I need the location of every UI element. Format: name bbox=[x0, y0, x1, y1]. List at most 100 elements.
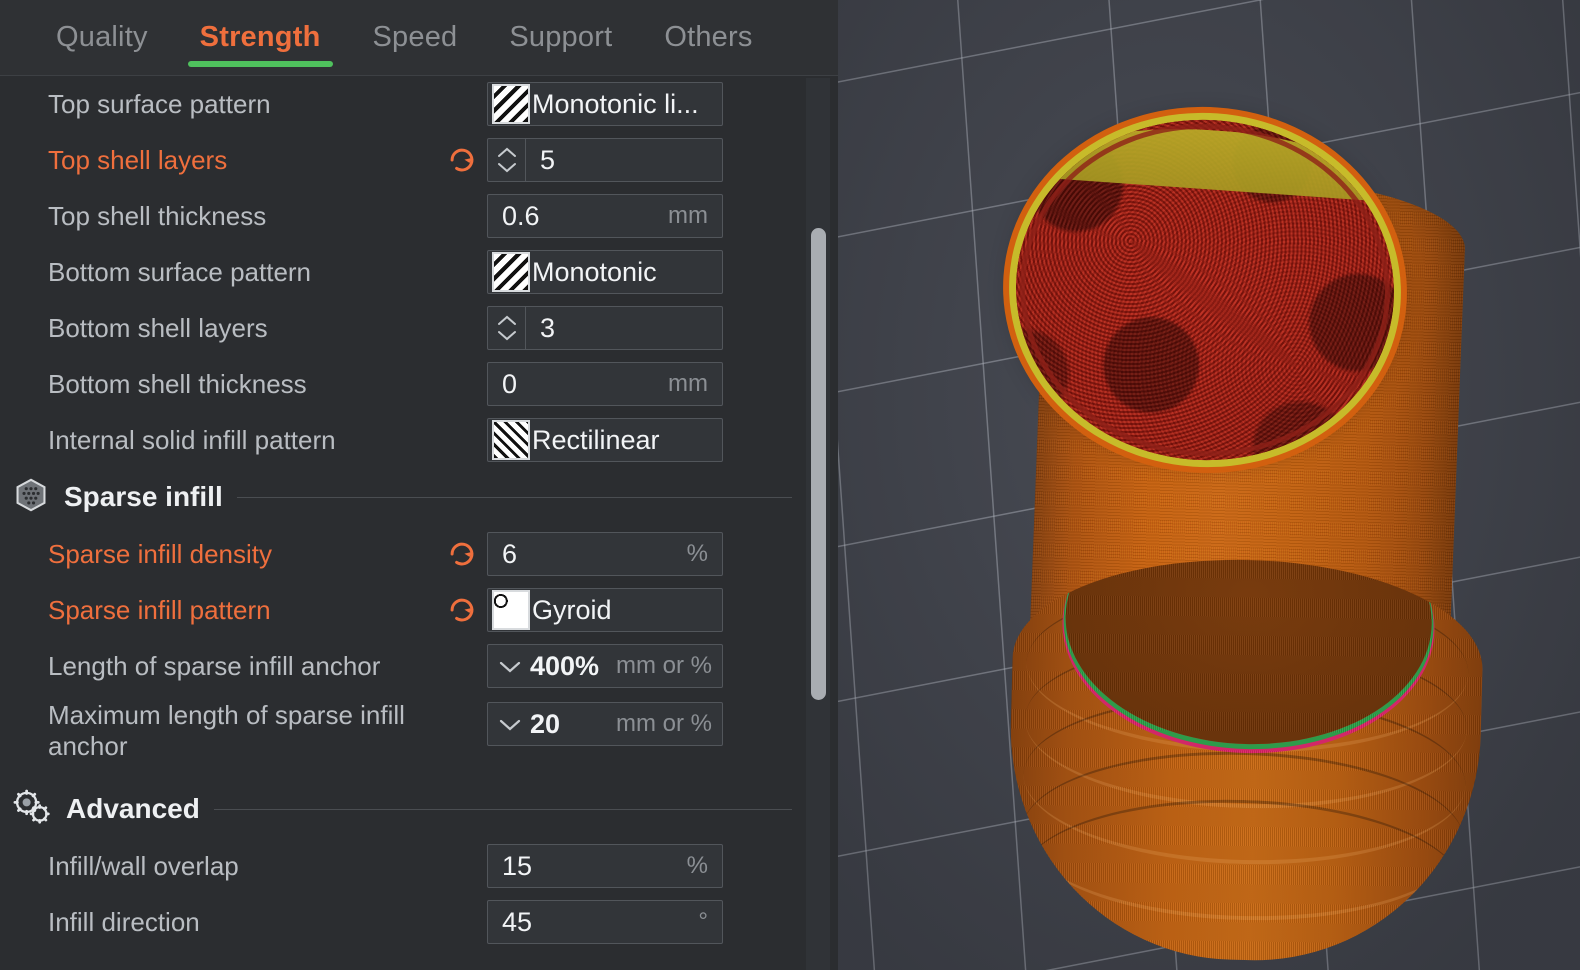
tab-label: Quality bbox=[56, 21, 148, 53]
settings-scrollbar-thumb[interactable] bbox=[811, 228, 826, 700]
infill-direction-input[interactable]: 45 ° bbox=[487, 900, 723, 944]
sparse-infill-density-input[interactable]: 6 % bbox=[487, 532, 723, 576]
row-top-shell-layers: Top shell layers 5 bbox=[0, 132, 838, 188]
crosshatch-pattern-icon bbox=[492, 420, 530, 460]
setting-label: Maximum length of sparse infill anchor bbox=[48, 700, 405, 761]
row-top-surface-pattern: Top surface pattern Monotonic li... bbox=[0, 76, 838, 132]
bottom-surface-pattern-combobox[interactable]: Monotonic bbox=[487, 250, 723, 294]
setting-label: Bottom surface pattern bbox=[48, 256, 312, 287]
setting-label: Sparse infill pattern bbox=[48, 594, 271, 625]
honeycomb-hexagon-icon bbox=[12, 476, 50, 519]
settings-tabbar: Quality Strength Speed Support Others bbox=[0, 0, 838, 76]
tab-label: Speed bbox=[372, 21, 458, 53]
row-maximum-length-of-sparse-infill-anchor: Maximum length of sparse infill anchor 2… bbox=[0, 694, 838, 768]
gears-icon bbox=[12, 788, 52, 831]
tab-others[interactable]: Others bbox=[638, 0, 778, 76]
section-divider bbox=[213, 808, 792, 810]
maximum-length-of-sparse-infill-anchor-combobox[interactable]: 20 mm or % bbox=[487, 702, 723, 746]
field-value: 5 bbox=[540, 144, 556, 175]
field-value: 45 bbox=[502, 906, 533, 937]
tab-label: Strength bbox=[199, 21, 321, 53]
field-unit: ° bbox=[698, 908, 708, 935]
base-layer-rings bbox=[1005, 554, 1485, 967]
row-sparse-infill-pattern: Sparse infill pattern Gyroid bbox=[0, 582, 838, 638]
section-title: Advanced bbox=[66, 793, 200, 824]
row-infill-wall-overlap: Infill/wall overlap 15 % bbox=[0, 838, 838, 894]
diagonal-lines-pattern-icon bbox=[492, 84, 530, 124]
settings-scroll-body: Top surface pattern Monotonic li... Top … bbox=[0, 76, 838, 970]
setting-label: Top shell thickness bbox=[48, 200, 267, 231]
combobox-value: Rectilinear bbox=[532, 424, 660, 455]
tab-label: Support bbox=[509, 21, 613, 53]
chevron-down-icon[interactable] bbox=[488, 659, 522, 674]
field-value: 400% bbox=[530, 650, 600, 681]
sparse-infill-pattern-combobox[interactable]: Gyroid bbox=[487, 588, 723, 632]
setting-label: Infill direction bbox=[48, 906, 200, 937]
field-value: 0 bbox=[502, 368, 518, 399]
combobox-value: Monotonic bbox=[532, 256, 657, 287]
stepper-arrows[interactable] bbox=[488, 307, 526, 349]
field-unit: mm bbox=[668, 370, 708, 397]
top-shell-layers-stepper[interactable]: 5 bbox=[487, 138, 723, 182]
setting-label: Length of sparse infill anchor bbox=[48, 650, 381, 681]
tab-speed[interactable]: Speed bbox=[347, 0, 484, 76]
row-sparse-infill-density: Sparse infill density 6 % bbox=[0, 526, 838, 582]
chevron-up-icon[interactable] bbox=[496, 146, 518, 160]
settings-panel: Quality Strength Speed Support Others To… bbox=[0, 0, 838, 970]
sliced-model-preview[interactable] bbox=[838, 0, 1580, 970]
top-shell-thickness-input[interactable]: 0.6 mm bbox=[487, 194, 723, 238]
setting-label: Top shell layers bbox=[48, 144, 228, 175]
chevron-down-icon[interactable] bbox=[496, 328, 518, 342]
reset-icon[interactable] bbox=[444, 142, 480, 178]
field-value: 20 bbox=[530, 708, 561, 739]
setting-label: Infill/wall overlap bbox=[48, 850, 239, 881]
section-header-sparse-infill: Sparse infill bbox=[0, 468, 838, 526]
setting-label: Internal solid infill pattern bbox=[48, 424, 336, 455]
tab-strength[interactable]: Strength bbox=[174, 0, 347, 76]
top-surface-pattern-combobox[interactable]: Monotonic li... bbox=[487, 82, 723, 126]
bottom-shell-thickness-input[interactable]: 0 mm bbox=[487, 362, 723, 406]
setting-label: Bottom shell thickness bbox=[48, 368, 307, 399]
reset-icon[interactable] bbox=[444, 592, 480, 628]
tab-quality[interactable]: Quality bbox=[30, 0, 174, 76]
section-header-advanced: Advanced bbox=[0, 780, 838, 838]
stepper-arrows[interactable] bbox=[488, 139, 526, 181]
combobox-value: Monotonic li... bbox=[532, 88, 699, 119]
field-unit: % bbox=[686, 540, 708, 567]
tab-support[interactable]: Support bbox=[483, 0, 638, 76]
app-root: Quality Strength Speed Support Others To… bbox=[0, 0, 1580, 970]
model-top-opening bbox=[1004, 107, 1406, 473]
row-bottom-shell-layers: Bottom shell layers 3 bbox=[0, 300, 838, 356]
row-length-of-sparse-infill-anchor: Length of sparse infill anchor 400% mm o… bbox=[0, 638, 838, 694]
setting-label: Bottom shell layers bbox=[48, 312, 268, 343]
base-inner-cavity bbox=[1062, 553, 1436, 749]
tab-label: Others bbox=[664, 21, 753, 53]
field-unit: mm bbox=[668, 202, 708, 229]
infill-wall-overlap-input[interactable]: 15 % bbox=[487, 844, 723, 888]
field-unit-placeholder: mm or % bbox=[616, 710, 712, 737]
chevron-down-icon[interactable] bbox=[488, 717, 522, 732]
row-bottom-shell-thickness: Bottom shell thickness 0 mm bbox=[0, 356, 838, 412]
chevron-up-icon[interactable] bbox=[496, 314, 518, 328]
row-top-shell-thickness: Top shell thickness 0.6 mm bbox=[0, 188, 838, 244]
field-value: 15 bbox=[502, 850, 533, 881]
row-internal-solid-infill-pattern: Internal solid infill pattern Rectilinea… bbox=[0, 412, 838, 468]
combobox-value: Gyroid bbox=[532, 594, 612, 625]
diagonal-lines-pattern-icon bbox=[492, 252, 530, 292]
section-title: Sparse infill bbox=[64, 481, 223, 512]
row-bottom-surface-pattern: Bottom surface pattern Monotonic bbox=[0, 244, 838, 300]
bottom-shell-layers-stepper[interactable]: 3 bbox=[487, 306, 723, 350]
field-value: 3 bbox=[540, 312, 556, 343]
length-of-sparse-infill-anchor-combobox[interactable]: 400% mm or % bbox=[487, 644, 723, 688]
field-value: 6 bbox=[502, 538, 518, 569]
gyroid-pattern-icon bbox=[492, 590, 530, 630]
section-divider bbox=[236, 496, 792, 498]
setting-label: Sparse infill density bbox=[48, 538, 272, 569]
chevron-down-icon[interactable] bbox=[496, 160, 518, 174]
reset-icon[interactable] bbox=[444, 536, 480, 572]
setting-label: Top surface pattern bbox=[48, 88, 271, 119]
3d-viewport[interactable] bbox=[838, 0, 1580, 970]
field-value: 0.6 bbox=[502, 200, 540, 231]
internal-solid-infill-pattern-combobox[interactable]: Rectilinear bbox=[487, 418, 723, 462]
row-infill-direction: Infill direction 45 ° bbox=[0, 894, 838, 950]
